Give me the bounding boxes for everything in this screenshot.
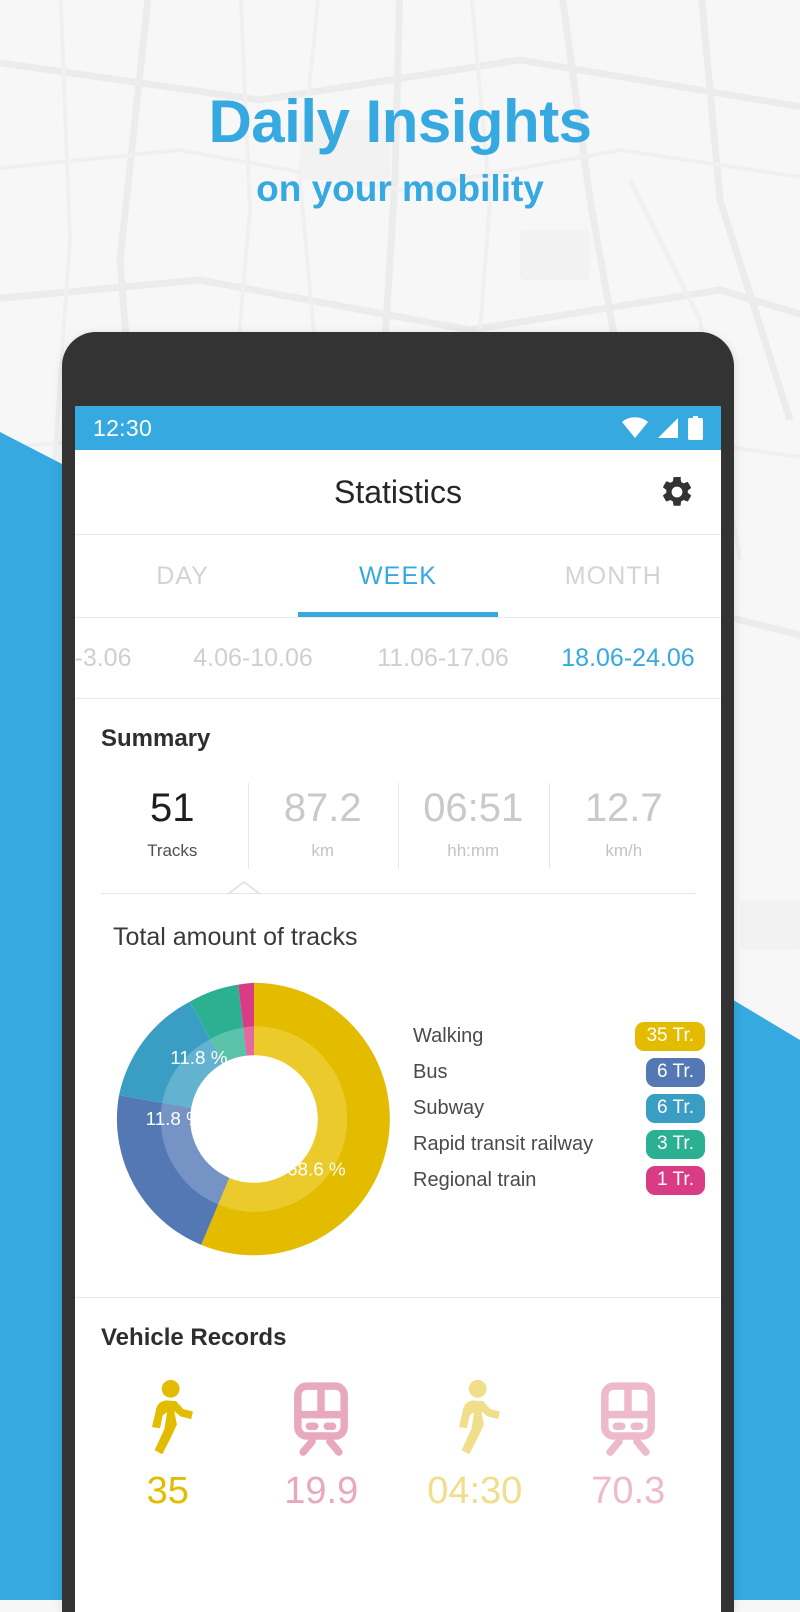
chevron-up-icon[interactable] bbox=[227, 881, 261, 895]
records-title: Vehicle Records bbox=[101, 1324, 287, 1351]
chart-row: 68.6 % 11.8 % 11.8 % Walking 35 Tr. Bus … bbox=[75, 974, 721, 1269]
legend-label-subway: Subway bbox=[413, 1096, 485, 1119]
phone-mockup: 12:30 Statistics DAY WEEK MONTH -3.06 4.… bbox=[62, 332, 734, 1612]
app-bar: Statistics bbox=[75, 450, 721, 535]
page-title: Statistics bbox=[333, 473, 463, 510]
legend-row-walking[interactable]: Walking 35 Tr. bbox=[399, 1018, 705, 1054]
stat-duration-unit: hh:mm bbox=[447, 841, 500, 860]
battery-icon bbox=[688, 416, 703, 440]
record-value-3: 70.3 bbox=[591, 1470, 666, 1512]
legend-row-bus[interactable]: Bus 6 Tr. bbox=[399, 1054, 705, 1090]
donut-svg: 68.6 % 11.8 % 11.8 % bbox=[116, 982, 390, 1256]
tab-day[interactable]: DAY bbox=[75, 535, 290, 617]
vehicle-records-section: Vehicle Records 35 19.9 04:30 70.3 bbox=[75, 1298, 721, 1513]
legend-badge-subway: 6 Tr. bbox=[646, 1093, 705, 1123]
legend-badge-walking: 35 Tr. bbox=[635, 1021, 705, 1051]
legend-badge-rapid-transit: 3 Tr. bbox=[646, 1129, 705, 1159]
summary-stats: 51 Tracks 87.2 km 06:51 hh:mm 12.7 km/h bbox=[75, 779, 721, 873]
stat-tracks-unit: Tracks bbox=[147, 841, 198, 860]
week-selector[interactable]: -3.06 4.06-10.06 11.06-17.06 18.06-24.06 bbox=[75, 618, 721, 699]
week-item-0[interactable]: -3.06 bbox=[75, 644, 163, 673]
stat-distance-unit: km bbox=[311, 841, 335, 860]
stat-speed-unit: km/h bbox=[605, 841, 643, 860]
summary-divider bbox=[75, 881, 721, 899]
phone-screen: 12:30 Statistics DAY WEEK MONTH -3.06 4.… bbox=[75, 406, 721, 1612]
legend-row-subway[interactable]: Subway 6 Tr. bbox=[399, 1090, 705, 1126]
week-item-3[interactable]: 18.06-24.06 bbox=[543, 644, 713, 673]
signal-icon bbox=[658, 418, 678, 438]
legend-label-rapid-transit: Rapid transit railway bbox=[413, 1132, 594, 1155]
donut-label-subway: 11.8 % bbox=[170, 1047, 228, 1068]
stat-tracks-value: 51 bbox=[150, 786, 195, 830]
record-cell-1[interactable]: 19.9 bbox=[245, 1374, 399, 1513]
record-value-2: 04:30 bbox=[427, 1470, 523, 1512]
chart-title: Total amount of tracks bbox=[113, 923, 358, 951]
stat-duration-value: 06:51 bbox=[423, 786, 524, 830]
tracks-chart-card: Total amount of tracks 68.6 % 11.8 % 11.… bbox=[75, 923, 721, 1298]
legend-badge-regional-train: 1 Tr. bbox=[646, 1165, 705, 1195]
gear-icon bbox=[663, 476, 692, 506]
period-tabs[interactable]: DAY WEEK MONTH bbox=[75, 535, 721, 618]
records-row: 35 19.9 04:30 70.3 bbox=[75, 1374, 721, 1513]
legend-label-walking: Walking bbox=[413, 1024, 484, 1047]
settings-button[interactable] bbox=[655, 470, 699, 514]
legend-row-rapid-transit[interactable]: Rapid transit railway 3 Tr. bbox=[399, 1126, 705, 1162]
donut-label-bus: 11.8 % bbox=[146, 1108, 204, 1129]
record-cell-3[interactable]: 70.3 bbox=[552, 1374, 706, 1513]
record-cell-0[interactable]: 35 bbox=[91, 1374, 245, 1513]
tab-week[interactable]: WEEK bbox=[290, 535, 505, 617]
legend-label-regional-train: Regional train bbox=[413, 1168, 537, 1191]
stat-distance-value: 87.2 bbox=[283, 786, 362, 830]
chart-legend: Walking 35 Tr. Bus 6 Tr. Subway 6 Tr. Ra… bbox=[399, 974, 721, 1198]
stat-tracks[interactable]: 51 Tracks bbox=[97, 779, 248, 873]
status-clock: 12:30 bbox=[93, 414, 153, 441]
headline-line-2: on your mobility bbox=[256, 168, 544, 209]
week-item-1[interactable]: 4.06-10.06 bbox=[163, 644, 343, 673]
headline: Daily Insights on your mobility bbox=[0, 88, 800, 209]
legend-label-bus: Bus bbox=[413, 1060, 448, 1083]
status-bar: 12:30 bbox=[75, 406, 721, 450]
train-icon bbox=[552, 1374, 706, 1466]
stat-speed[interactable]: 12.7 km/h bbox=[548, 779, 700, 873]
record-cell-2[interactable]: 04:30 bbox=[398, 1374, 552, 1513]
headline-line-1: Daily Insights bbox=[208, 88, 592, 155]
walking-icon bbox=[398, 1374, 552, 1466]
wifi-icon bbox=[622, 417, 648, 438]
summary-section: Summary 51 Tracks 87.2 km 06:51 hh:mm 12… bbox=[75, 699, 721, 899]
record-value-1: 19.9 bbox=[284, 1470, 359, 1512]
status-icons bbox=[622, 416, 703, 440]
legend-badge-bus: 6 Tr. bbox=[646, 1057, 705, 1087]
train-icon bbox=[245, 1374, 399, 1466]
stat-duration[interactable]: 06:51 hh:mm bbox=[398, 779, 549, 873]
week-item-2[interactable]: 11.06-17.06 bbox=[343, 644, 543, 673]
stat-distance[interactable]: 87.2 km bbox=[247, 779, 399, 873]
record-value-0: 35 bbox=[146, 1470, 189, 1512]
tab-month[interactable]: MONTH bbox=[506, 535, 721, 617]
tab-indicator bbox=[290, 612, 505, 617]
stat-speed-value: 12.7 bbox=[584, 786, 663, 830]
summary-title: Summary bbox=[101, 725, 211, 752]
donut-chart[interactable]: 68.6 % 11.8 % 11.8 % bbox=[109, 974, 399, 1269]
walking-icon bbox=[91, 1374, 245, 1466]
legend-row-regional-train[interactable]: Regional train 1 Tr. bbox=[399, 1162, 705, 1198]
donut-label-walking: 68.6 % bbox=[287, 1159, 346, 1180]
